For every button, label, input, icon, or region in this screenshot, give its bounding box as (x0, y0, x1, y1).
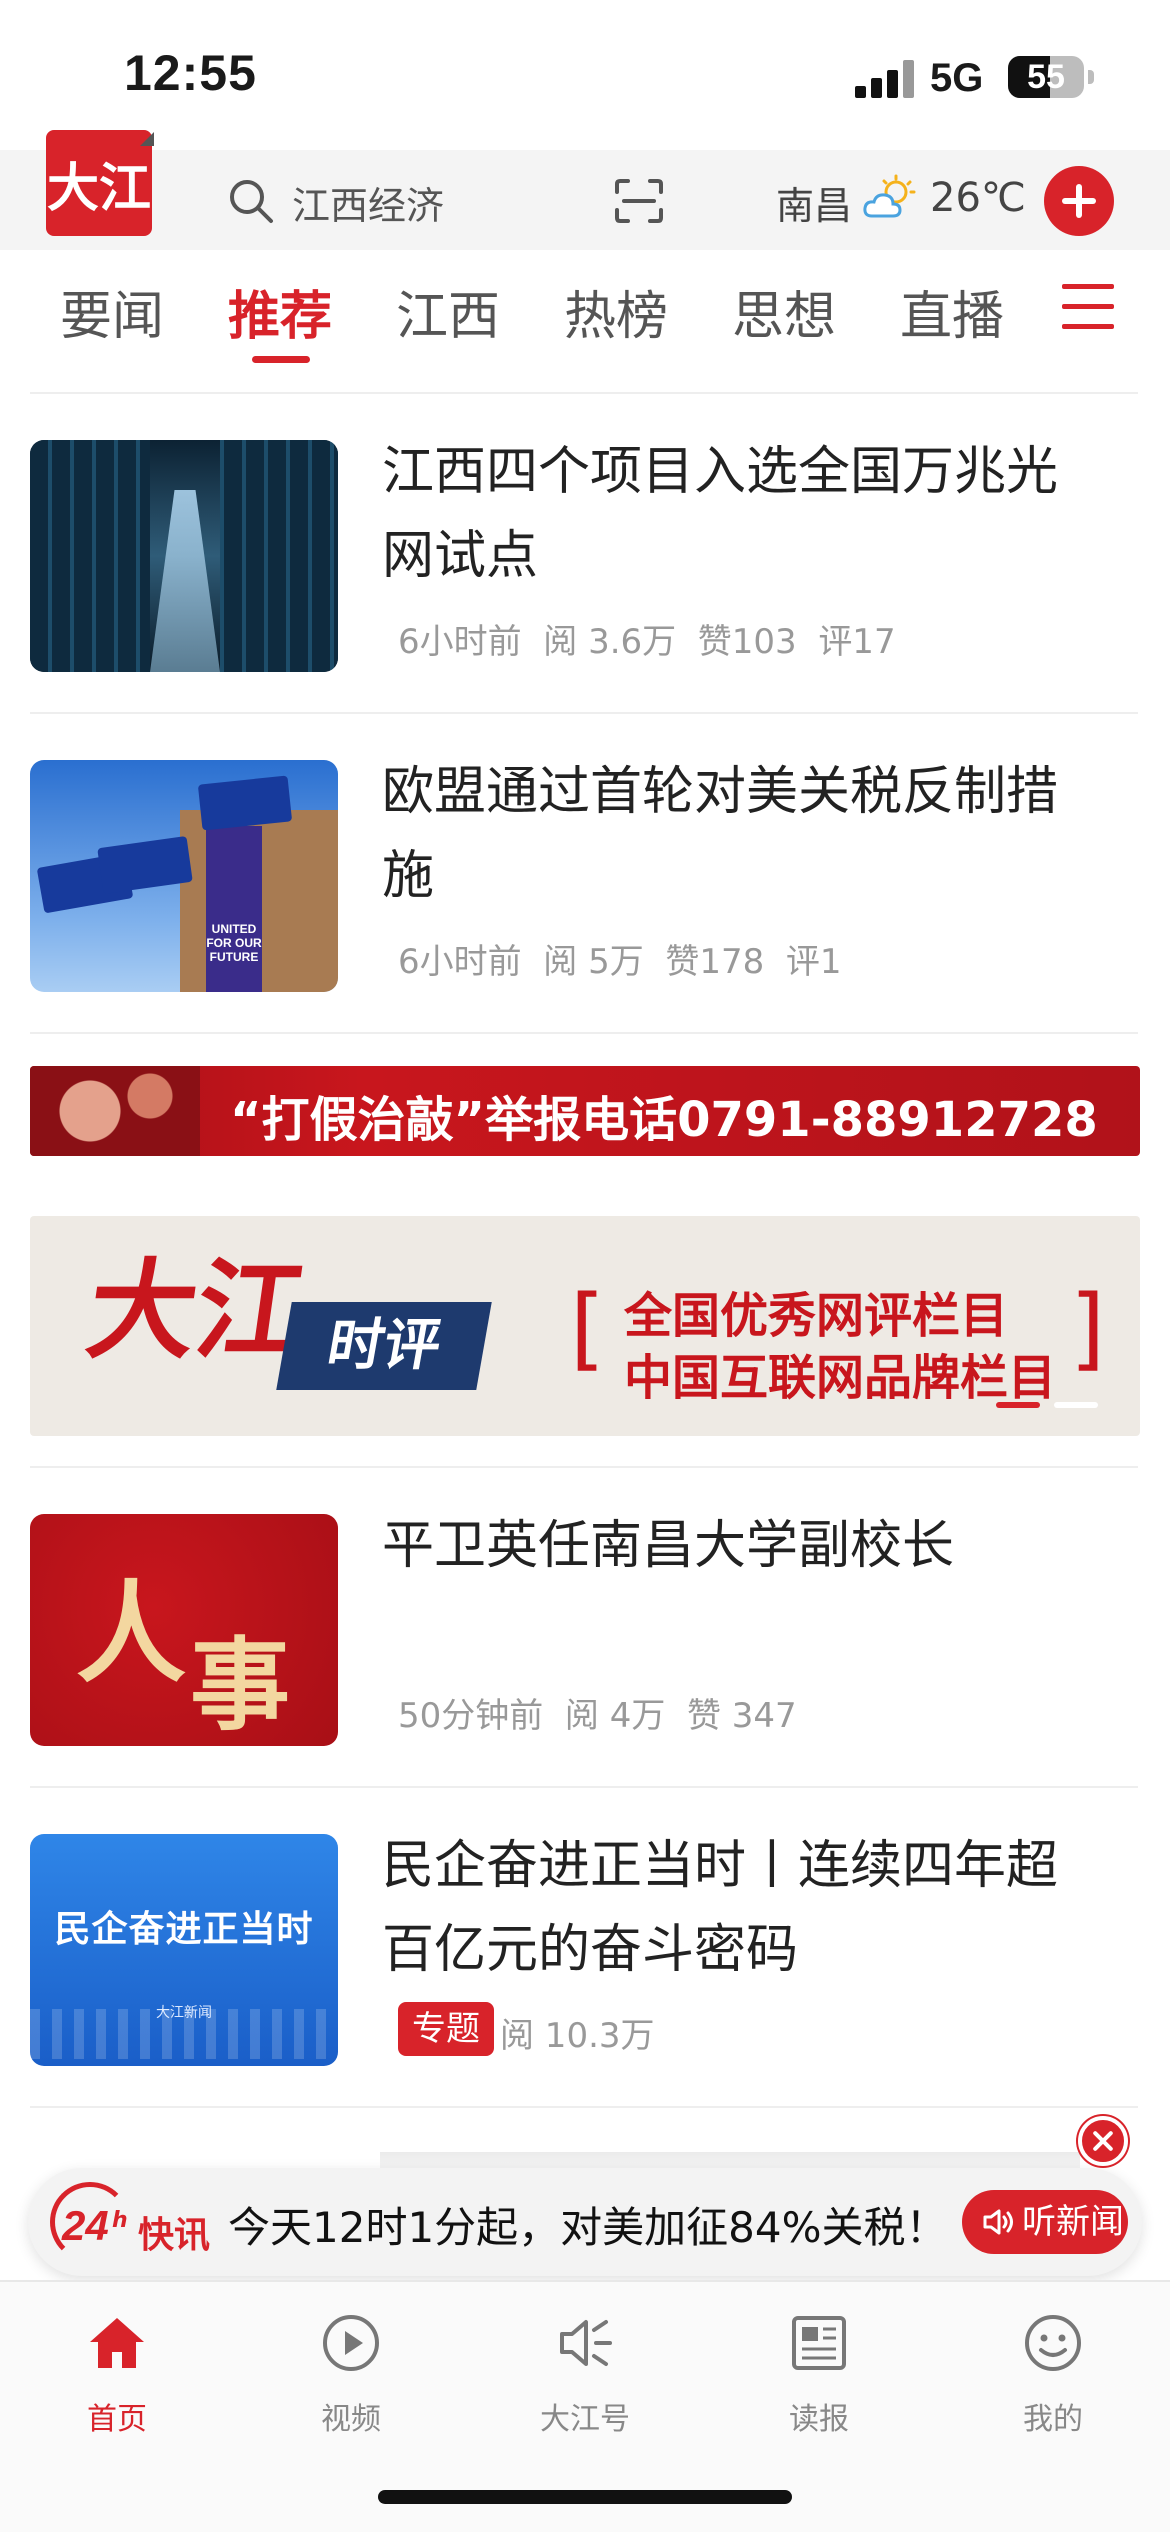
bracket-right: ] (1070, 1276, 1106, 1381)
24h-flash-badge: 24 h 快讯 (50, 2182, 230, 2262)
menu-icon[interactable] (1062, 284, 1114, 330)
channel-tabs: 要闻 推荐 江西 热榜 思想 直播 (0, 260, 1170, 390)
weather-temperature: 26℃ (930, 175, 1026, 221)
scan-icon[interactable] (614, 178, 664, 224)
news-thumbnail-private-enterprise: 民企奋进正当时 大江新闻 (30, 1834, 338, 2066)
speaker-icon (983, 2209, 1013, 2235)
news-ticker[interactable]: 24 h 快讯 今天12时1分起，对美加征84%关税！ 听新闻 (28, 2168, 1142, 2276)
hotline-banner[interactable]: “打假治敲”举报电话0791-88912728 (30, 1066, 1140, 1156)
tabbar-newspaper[interactable]: 读报 (744, 2312, 894, 2452)
play-icon (323, 2315, 379, 2371)
banner-line-1: 全国优秀网评栏目 (624, 1288, 1009, 1344)
close-ticker-icon[interactable] (1078, 2116, 1128, 2166)
news-item[interactable]: 民企奋进正当时 大江新闻 民企奋进正当时丨连续四年超百亿元的奋斗密码 专题 阅 … (0, 1786, 1170, 2086)
news-thumbnail-personnel: 人 事 (30, 1514, 338, 1746)
news-title: 平卫英任南昌大学副校长 (382, 1516, 955, 1576)
news-meta: 阅 10.3万 (500, 2016, 655, 2056)
search-icon[interactable] (228, 178, 274, 224)
home-icon (90, 2318, 144, 2368)
status-time: 12:55 (124, 45, 257, 101)
tabbar-mine[interactable]: 我的 (978, 2312, 1128, 2452)
news-thumbnail-server-room (30, 440, 338, 672)
tab-yaowen[interactable]: 要闻 (60, 274, 164, 349)
tabbar-video[interactable]: 视频 (276, 2312, 426, 2452)
news-meta: 50分钟前 阅 4万 赞 347 (398, 1696, 797, 1736)
banner-flower-art (30, 1066, 200, 1156)
news-title: 江西四个项目入选全国万兆光网试点 (382, 442, 1059, 586)
battery-icon: 55 (1008, 56, 1084, 98)
newspaper-icon (792, 2316, 846, 2370)
news-item[interactable]: 江西四个项目入选全国万兆光网试点 6小时前 阅 3.6万 赞103 评17 (0, 392, 1170, 692)
weather-city[interactable]: 南昌 (776, 175, 852, 230)
tab-rebang[interactable]: 热榜 (564, 274, 668, 349)
ticker-headline[interactable]: 今天12时1分起，对美加征84%关税！ (228, 2194, 948, 2255)
tab-zhibo[interactable]: 直播 (900, 274, 1004, 349)
news-meta: 6小时前 阅 3.6万 赞103 评17 (398, 622, 896, 662)
tab-tuijian[interactable]: 推荐 (228, 274, 332, 349)
news-meta: 6小时前 阅 5万 赞178 评1 (398, 942, 842, 982)
tab-sixiang[interactable]: 思想 (732, 274, 836, 349)
search-input[interactable]: 江西经济 (292, 175, 444, 230)
banner-line-2: 中国互联网品牌栏目 (624, 1350, 1057, 1406)
divider (30, 1032, 1138, 1034)
tab-jiangxi[interactable]: 江西 (396, 274, 500, 349)
bracket-left: [ (570, 1276, 606, 1381)
dajiang-commentary-banner[interactable]: 大江 时评 [ 全国优秀网评栏目 中国互联网品牌栏目 ] (30, 1216, 1140, 1436)
listen-news-button[interactable]: 听新闻 (962, 2190, 1128, 2254)
tabbar-home[interactable]: 首页 (42, 2312, 192, 2452)
smiley-icon (1025, 2315, 1081, 2371)
news-item[interactable]: UNITED FOR OUR FUTURE 欧盟通过首轮对美关税反制措施 6小时… (0, 712, 1170, 1012)
signal-icon (855, 60, 917, 98)
add-button[interactable] (1044, 166, 1114, 236)
hotline-text: “打假治敲”举报电话0791-88912728 (230, 1092, 1098, 1148)
active-tab-indicator (252, 356, 310, 363)
status-bar: 12:55 5G 55 (0, 0, 1170, 150)
carousel-dot-active[interactable] (996, 1402, 1040, 1408)
news-title: 民企奋进正当时丨连续四年超百亿元的奋斗密码 (382, 1836, 1059, 1980)
battery-tip (1088, 70, 1094, 84)
battery-level: 55 (1027, 58, 1065, 96)
tabbar-dajianghao[interactable]: 大江号 (510, 2312, 660, 2452)
speaker-icon (560, 2320, 612, 2366)
news-thumbnail-eu-flags: UNITED FOR OUR FUTURE (30, 760, 338, 992)
divider (30, 2106, 1138, 2108)
network-type: 5G (930, 56, 984, 100)
topic-tag[interactable]: 专题 (398, 2002, 494, 2056)
news-title: 欧盟通过首轮对美关税反制措施 (382, 762, 1059, 906)
banner-badge: 时评 (276, 1302, 492, 1390)
home-indicator (378, 2490, 792, 2504)
partly-cloudy-icon (863, 174, 916, 218)
app-logo[interactable]: 大江 (46, 130, 152, 236)
carousel-dot[interactable] (1054, 1402, 1098, 1408)
logo-corner (140, 132, 154, 146)
news-item[interactable]: 人 事 平卫英任南昌大学副校长 50分钟前 阅 4万 赞 347 (0, 1466, 1170, 1766)
